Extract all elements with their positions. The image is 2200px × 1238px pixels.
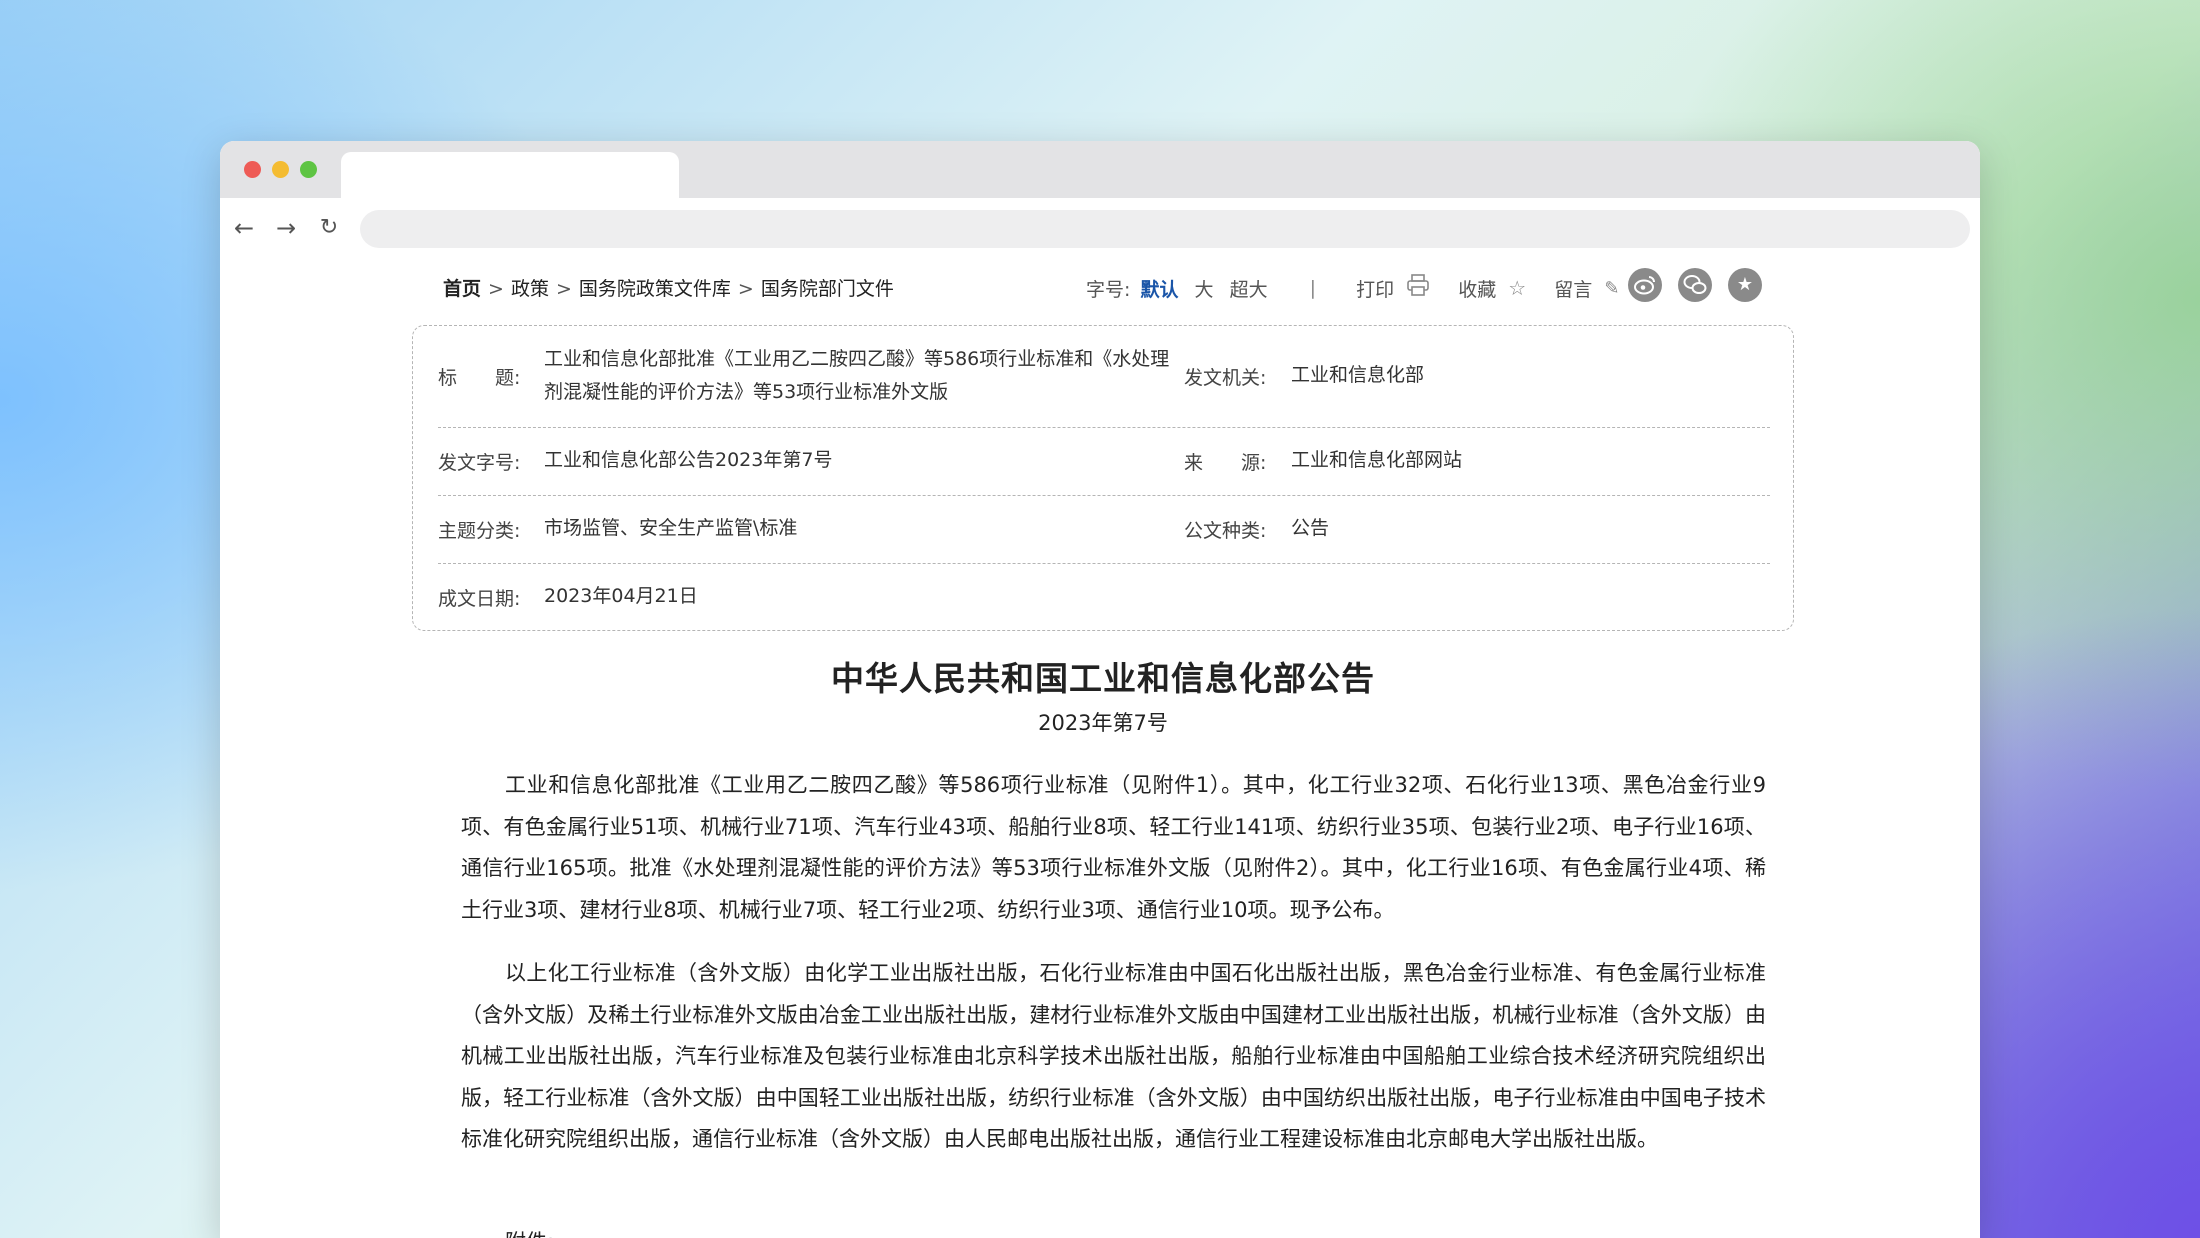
font-size-label: 字号: xyxy=(1086,278,1131,301)
info-row-date: 成文日期: 2023年04月21日 xyxy=(438,563,1770,631)
issuer-label: 发文机关: xyxy=(1184,367,1267,389)
breadcrumb: 首页 > 政策 > 国务院政策文件库 > 国务院部门文件 xyxy=(443,274,894,301)
attachment-label: 附件: xyxy=(505,1226,554,1238)
breadcrumb-department-docs-link[interactable]: 国务院部门文件 xyxy=(761,278,894,300)
favorite-button[interactable]: 收藏 xyxy=(1458,275,1496,302)
close-window-button[interactable] xyxy=(244,161,261,178)
address-bar[interactable] xyxy=(360,210,1970,248)
source-value: 工业和信息化部网站 xyxy=(1291,449,1463,471)
title-value: 工业和信息化部批准《工业用乙二胺四乙酸》等586项行业标准和《水处理剂混凝性能的… xyxy=(544,348,1170,403)
page-tools: 字号: 默认 大 超大 | 打印 收藏 ☆ 留言 ✎ | xyxy=(1086,274,1652,302)
category-label: 主题分类: xyxy=(438,520,521,542)
doc-type-value: 公告 xyxy=(1291,517,1330,539)
star-outline-icon[interactable]: ☆ xyxy=(1508,276,1526,300)
font-size-xlarge-option[interactable]: 超大 xyxy=(1230,275,1268,302)
date-label: 成文日期: xyxy=(438,588,521,610)
doc-number-value: 工业和信息化部公告2023年第7号 xyxy=(544,449,833,471)
star-share-icon[interactable]: ★ xyxy=(1728,268,1762,302)
breadcrumb-policy-link[interactable]: 政策 xyxy=(511,278,549,300)
breadcrumb-separator: > xyxy=(555,278,572,300)
date-value: 2023年04月21日 xyxy=(544,585,698,607)
doc-type-label: 公文种类: xyxy=(1184,520,1267,542)
breadcrumb-separator: > xyxy=(488,278,504,300)
tab-bar xyxy=(220,141,1980,198)
maximize-window-button[interactable] xyxy=(300,161,317,178)
info-row-title: 标 题: 工业和信息化部批准《工业用乙二胺四乙酸》等586项行业标准和《水处理剂… xyxy=(438,326,1770,428)
wechat-icon[interactable] xyxy=(1678,268,1712,302)
body-paragraph: 工业和信息化部批准《工业用乙二胺四乙酸》等586项行业标准（见附件1）。其中，化… xyxy=(461,773,1766,922)
font-size-default-option[interactable]: 默认 xyxy=(1140,275,1178,302)
issuer-value: 工业和信息化部 xyxy=(1291,364,1425,386)
browser-toolbar: ← → ↻ xyxy=(220,198,1980,260)
document-title: 中华人民共和国工业和信息化部公告 xyxy=(831,659,1375,698)
breadcrumb-home-link[interactable]: 首页 xyxy=(443,278,481,300)
active-tab[interactable] xyxy=(341,152,679,198)
forward-arrow-icon[interactable]: → xyxy=(272,214,300,242)
reload-icon[interactable]: ↻ xyxy=(315,214,343,242)
browser-window: ← → ↻ 首页 > 政策 > 国务院政策文件库 > 国务院部门文件 字号: 默认 大 超大… xyxy=(220,141,1980,1238)
document-info-box: 标 题: 工业和信息化部批准《工业用乙二胺四乙酸》等586项行业标准和《水处理剂… xyxy=(412,325,1794,631)
doc-number-label: 发文字号: xyxy=(438,452,521,474)
document-number: 2023年第7号 xyxy=(1038,711,1168,735)
category-value: 市场监管、安全生产监管\标准 xyxy=(544,517,798,539)
weibo-icon[interactable] xyxy=(1628,268,1662,302)
info-row-doc-number: 发文字号: 工业和信息化部公告2023年第7号 来 源: 工业和信息化部网站 xyxy=(438,427,1770,496)
toolbar-divider: | xyxy=(1309,277,1317,299)
minimize-window-button[interactable] xyxy=(272,161,289,178)
breadcrumb-library-link[interactable]: 国务院政策文件库 xyxy=(579,278,731,300)
source-label: 来 源: xyxy=(1184,452,1267,474)
back-arrow-icon[interactable]: ← xyxy=(230,214,258,242)
printer-icon[interactable] xyxy=(1406,274,1430,302)
title-label: 标 题: xyxy=(438,367,521,389)
body-paragraph: 以上化工行业标准（含外文版）由化学工业出版社出版，石化行业标准由中国石化出版社出… xyxy=(461,961,1766,1152)
pencil-icon[interactable]: ✎ xyxy=(1604,278,1619,299)
breadcrumb-separator: > xyxy=(737,278,754,300)
info-row-category: 主题分类: 市场监管、安全生产监管\标准 公文种类: 公告 xyxy=(438,495,1770,564)
comment-button[interactable]: 留言 xyxy=(1554,275,1592,302)
font-size-large-option[interactable]: 大 xyxy=(1195,275,1214,302)
print-button[interactable]: 打印 xyxy=(1356,275,1394,302)
page-content: 首页 > 政策 > 国务院政策文件库 > 国务院部门文件 字号: 默认 大 超大 | 打印 … xyxy=(220,260,1980,1238)
